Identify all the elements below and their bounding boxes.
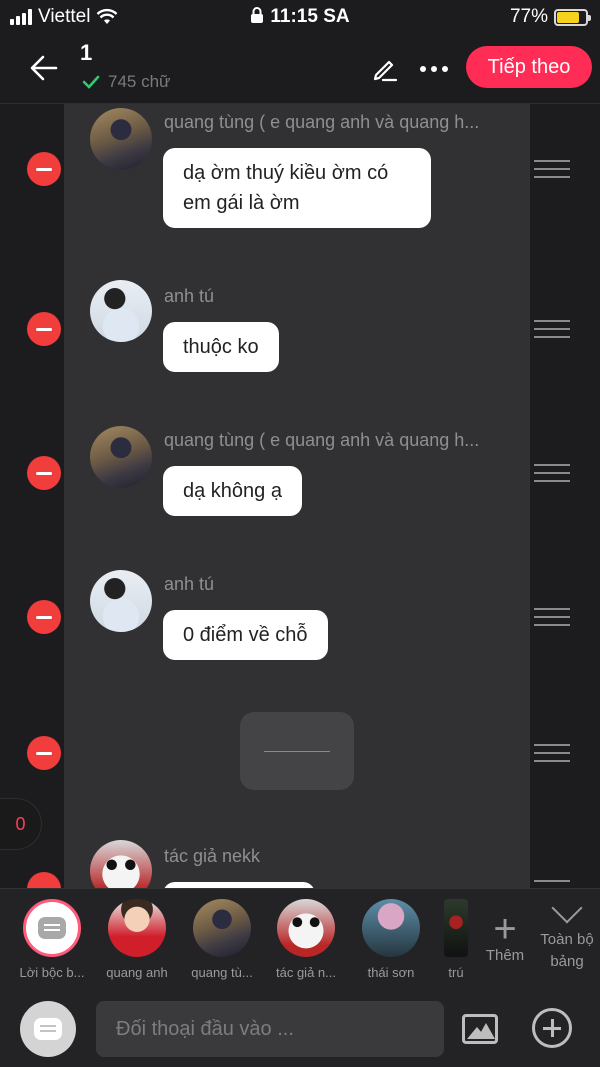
character-name: Lời bộc b...	[19, 965, 85, 980]
drag-handle-icon[interactable]	[534, 320, 570, 338]
next-button[interactable]: Tiếp theo	[466, 46, 592, 88]
remove-message-button[interactable]	[27, 312, 61, 346]
character-quang-tung[interactable]: quang tù...	[178, 899, 266, 980]
character-name: quang anh	[106, 965, 168, 980]
status-bar: Viettel 11:15 SA 77%	[0, 0, 600, 34]
dialogue-input[interactable]: Đối thoại đầu vào ...	[96, 1001, 444, 1057]
empty-message-bubble[interactable]	[240, 712, 354, 790]
battery-fill	[557, 11, 579, 23]
editor-header: 1 745 chữ Tiếp theo	[0, 34, 600, 104]
add-character-button[interactable]: + Thêm	[480, 907, 530, 964]
message-bubble[interactable]: 0 điểm về chỗ	[163, 610, 328, 660]
message-bubble[interactable]: thuộc ko	[163, 322, 279, 372]
edit-button[interactable]	[368, 52, 402, 86]
sender-name: quang tùng ( e quang anh và quang h...	[164, 430, 480, 450]
character-tru[interactable]: trú	[430, 899, 482, 980]
whole-board-label: Toàn bộ bảng	[540, 931, 594, 970]
character-name: trú	[448, 965, 464, 980]
remove-message-button[interactable]	[27, 456, 61, 490]
battery-percent: 77%	[509, 6, 548, 27]
drag-handle-icon[interactable]	[534, 744, 570, 762]
dot-icon	[431, 66, 437, 72]
character-name: tác giả n...	[276, 965, 336, 980]
dot-icon	[420, 66, 426, 72]
add-more-label: Thêm	[485, 947, 525, 964]
avatar-quang-tung[interactable]	[90, 426, 152, 488]
sender-name: anh tú	[164, 574, 215, 594]
word-count: 745 chữ	[82, 72, 170, 92]
more-options-button[interactable]	[412, 52, 456, 86]
narrator-toggle-button[interactable]	[20, 1001, 76, 1057]
drag-handle-icon[interactable]	[534, 880, 570, 888]
remove-message-button[interactable]	[27, 872, 61, 888]
character-narrator[interactable]: Lời bộc b...	[8, 899, 96, 980]
dialogue-list[interactable]: quang tùng ( e quang anh và quang h... d…	[0, 104, 600, 888]
chevron-down-icon	[551, 892, 583, 924]
avatar	[362, 899, 420, 957]
avatar	[444, 899, 468, 957]
drag-handle-icon[interactable]	[534, 160, 570, 178]
pencil-icon	[373, 60, 398, 82]
narrator-avatar	[23, 899, 81, 957]
whole-board-button[interactable]: Toàn bộ bảng	[534, 892, 600, 973]
image-icon[interactable]	[462, 1014, 498, 1044]
speech-bubble-icon	[38, 917, 66, 939]
dot-icon	[442, 66, 448, 72]
avatar	[193, 899, 251, 957]
word-count-label: 745 chữ	[108, 72, 171, 91]
drag-handle-icon[interactable]	[534, 608, 570, 626]
lock-icon	[251, 7, 264, 23]
back-button[interactable]	[22, 48, 66, 88]
battery-icon	[554, 8, 591, 26]
character-name: quang tù...	[191, 965, 253, 980]
clock: 11:15 SA	[270, 6, 350, 27]
input-bar: Đối thoại đầu vào ...	[0, 986, 600, 1067]
sender-name: anh tú	[164, 286, 215, 306]
message-bubble[interactable]: dạ ờm thuý kiều ờm có em gái là ờm	[163, 148, 431, 228]
remove-message-button[interactable]	[27, 152, 61, 186]
arrow-left-icon	[30, 55, 58, 81]
plus-icon: +	[493, 907, 517, 951]
drag-handle-icon[interactable]	[534, 464, 570, 482]
sender-name: quang tùng ( e quang anh và quang h...	[164, 112, 480, 132]
message-counter[interactable]: 0	[0, 798, 42, 850]
avatar	[277, 899, 335, 957]
character-bar: Lời bộc b... quang anh quang tù... tác g…	[0, 888, 600, 986]
add-circle-icon[interactable]	[532, 1008, 572, 1048]
remove-message-button[interactable]	[27, 600, 61, 634]
message-bubble[interactable]: dạ không ạ	[163, 466, 302, 516]
avatar	[108, 899, 166, 957]
character-quang-anh[interactable]: quang anh	[93, 899, 181, 980]
avatar-anh-tu[interactable]	[90, 570, 152, 632]
character-tac-gia[interactable]: tác giả n...	[262, 899, 350, 980]
sender-name: tác giả nekk	[164, 846, 261, 866]
remove-message-button[interactable]	[27, 736, 61, 770]
character-name: thái sơn	[367, 965, 415, 980]
speech-bubble-icon	[34, 1018, 62, 1040]
status-right: 77%	[509, 6, 591, 28]
chapter-title: 1	[80, 40, 93, 65]
avatar-quang-tung[interactable]	[90, 108, 152, 170]
check-icon	[82, 75, 100, 89]
avatar-anh-tu[interactable]	[90, 280, 152, 342]
character-thai-son[interactable]: thái sơn	[347, 899, 435, 980]
